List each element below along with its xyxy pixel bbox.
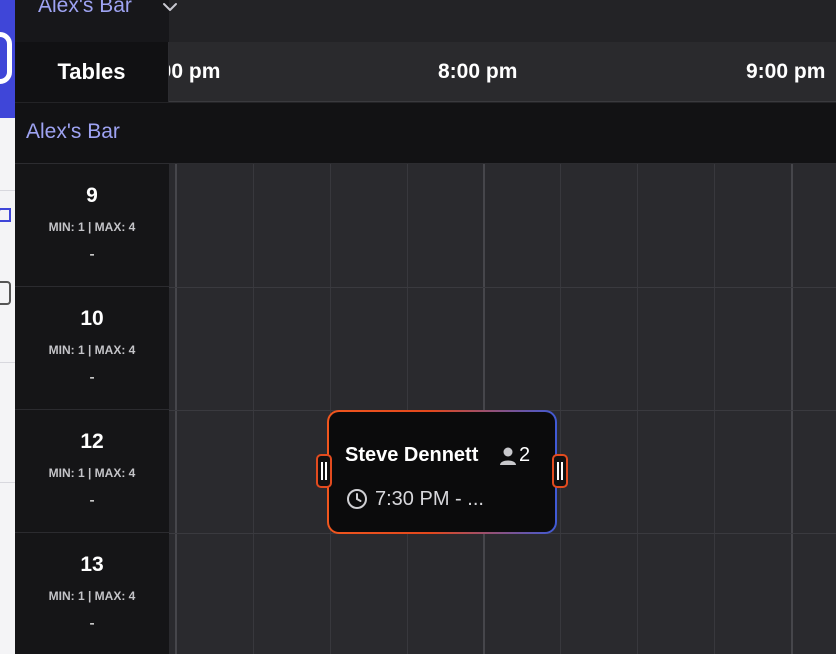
app-sidebar bbox=[0, 0, 15, 654]
section-label: Alex's Bar bbox=[26, 120, 120, 143]
tables-column-header: Tables bbox=[15, 42, 169, 102]
tables-header-label: Tables bbox=[57, 59, 126, 84]
table-row-label[interactable]: 12 MIN: 1 | MAX: 4 - bbox=[15, 410, 169, 533]
table-status: - bbox=[89, 615, 95, 632]
reservation-time: 7:30 PM - ... bbox=[375, 488, 484, 510]
section-header: Alex's Bar bbox=[15, 103, 836, 164]
inbox-icon[interactable] bbox=[0, 206, 12, 224]
drag-handle-icon[interactable] bbox=[316, 454, 332, 488]
time-tick-9pm: 9:00 pm bbox=[746, 60, 826, 83]
calendar-icon[interactable] bbox=[0, 278, 12, 308]
table-status: - bbox=[89, 492, 95, 509]
table-status: - bbox=[89, 369, 95, 386]
guest-name: Steve Dennett bbox=[345, 444, 479, 466]
table-capacity: MIN: 1 | MAX: 4 bbox=[48, 466, 136, 480]
table-row-label[interactable]: 10 MIN: 1 | MAX: 4 - bbox=[15, 287, 169, 410]
table-status: - bbox=[89, 246, 95, 263]
table-number: 9 bbox=[86, 184, 98, 207]
brand-logo bbox=[0, 0, 15, 118]
table-row-label[interactable]: 13 MIN: 1 | MAX: 4 - bbox=[15, 533, 169, 654]
time-tick-7pm: 7:00 pm bbox=[169, 60, 221, 83]
timeline-grid[interactable] bbox=[169, 164, 836, 654]
table-number: 10 bbox=[80, 307, 104, 330]
table-capacity: MIN: 1 | MAX: 4 bbox=[48, 589, 136, 603]
table-row-label[interactable]: 9 MIN: 1 | MAX: 4 - bbox=[15, 164, 169, 287]
clock-icon bbox=[347, 489, 367, 509]
reservation-timeline: Alex's Bar Tables 7:00 pm 8:00 pm 9:00 p… bbox=[0, 0, 836, 654]
table-number: 12 bbox=[80, 430, 104, 453]
person-icon bbox=[500, 447, 516, 465]
reservation-card[interactable]: Steve Dennett 2 7:30 PM - ... bbox=[316, 410, 568, 534]
table-capacity: MIN: 1 | MAX: 4 bbox=[48, 343, 136, 357]
time-tick-8pm: 8:00 pm bbox=[438, 60, 518, 83]
time-axis-header[interactable]: 7:00 pm 8:00 pm 9:00 pm bbox=[169, 42, 836, 102]
venue-dropdown[interactable]: Alex's Bar bbox=[15, 0, 177, 42]
table-capacity: MIN: 1 | MAX: 4 bbox=[48, 220, 136, 234]
table-number: 13 bbox=[80, 553, 104, 576]
drag-handle-icon[interactable] bbox=[552, 454, 568, 488]
party-size: 2 bbox=[519, 444, 531, 466]
chevron-down-icon[interactable] bbox=[161, 0, 179, 16]
venue-dropdown-label: Alex's Bar bbox=[38, 0, 132, 17]
